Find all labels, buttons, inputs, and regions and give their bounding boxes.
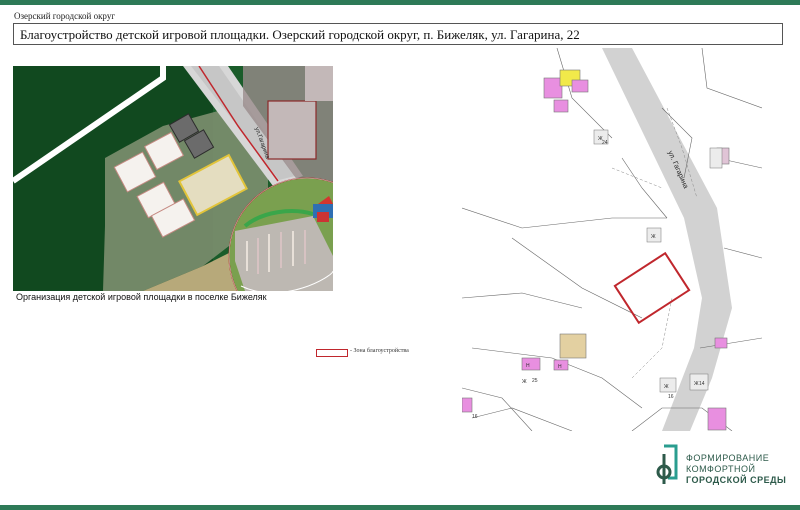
map-mark: Н	[558, 364, 562, 370]
title-box: Благоустройство детской игровой площадки…	[13, 23, 783, 45]
site-plan-drawing: ул.Гагарина	[13, 66, 333, 291]
house-number: 16	[668, 394, 674, 400]
map-mark: Ж	[664, 384, 669, 390]
page-title: Благоустройство детской игровой площадки…	[20, 27, 580, 42]
plan-caption: Организация детской игровой площадки в п…	[16, 292, 267, 302]
logo-line-1: ФОРМИРОВАНИЕ	[686, 453, 770, 463]
logo-line-2: КОМФОРТНОЙ	[686, 464, 756, 474]
map-mark: Ж	[522, 379, 527, 385]
top-accent-bar	[0, 0, 800, 5]
map-mark: Ж	[651, 234, 656, 240]
cadastral-map-drawing: ул. Гагарина Ж Ж Ж Н Н Ж Ж 24 25 14 16 1…	[462, 48, 762, 431]
house-number: 16	[472, 414, 478, 420]
zone-swatch	[316, 349, 348, 357]
cadastral-map: ул. Гагарина Ж Ж Ж Н Н Ж Ж 24 25 14 16 1…	[462, 48, 762, 431]
logo-text: ФОРМИРОВАНИЕ КОМФОРТНОЙ ГОРОДСКОЙ СРЕДЫ	[686, 453, 786, 486]
logo-line-3: ГОРОДСКОЙ СРЕДЫ	[686, 475, 787, 485]
map-mark: Н	[526, 363, 530, 369]
logo-emblem-icon	[656, 444, 678, 484]
organization-label: Озерский городской округ	[14, 11, 116, 21]
site-plan: ул.Гагарина	[13, 66, 333, 291]
program-logo: ФОРМИРОВАНИЕ КОМФОРТНОЙ ГОРОДСКОЙ СРЕДЫ	[652, 442, 792, 497]
house-number: 24	[602, 140, 608, 146]
legend-label: - Зона благоустройства	[350, 348, 409, 354]
house-number: 14	[699, 381, 705, 387]
house-number: 25	[532, 378, 538, 384]
bottom-accent-bar	[0, 505, 800, 510]
